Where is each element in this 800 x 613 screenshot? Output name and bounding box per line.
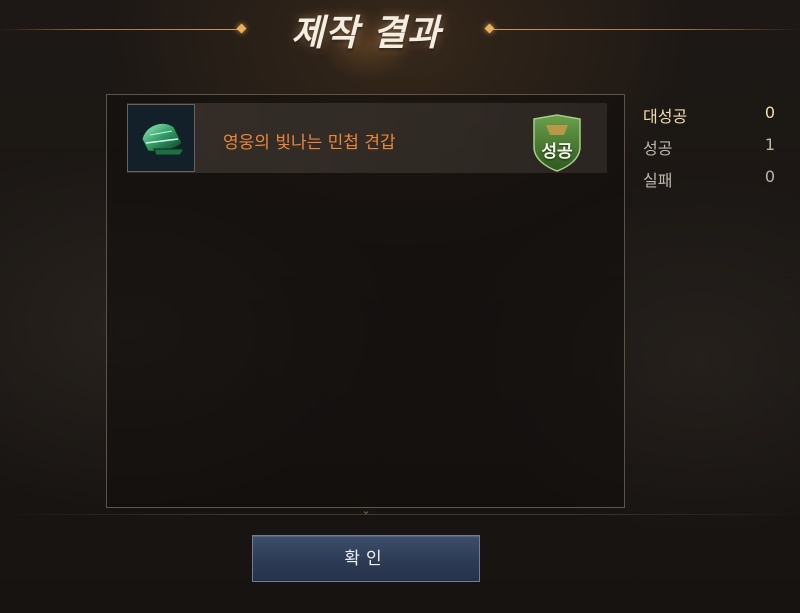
title-divider-right [492,29,800,30]
stat-value: 1 [764,135,775,154]
stat-value: 0 [764,167,775,186]
stat-great-success: 대성공 0 [643,100,775,132]
success-badge: 성공 [530,113,584,173]
title-ornament-left-icon [236,23,247,34]
result-list-panel: 영웅의 빛나는 민첩 견갑 성공 [106,94,625,508]
stat-failure: 실패 0 [643,164,775,196]
confirm-button[interactable]: 확인 [252,535,480,582]
stat-success: 성공 1 [643,132,775,164]
item-slot[interactable] [127,104,195,172]
item-name: 영웅의 빛나는 민첩 견갑 [223,133,396,153]
stat-label: 성공 [643,139,673,158]
result-stats: 대성공 0 성공 1 실패 0 [643,100,775,196]
page-title: 제작 결과 [290,13,441,54]
result-row[interactable]: 영웅의 빛나는 민첩 견갑 성공 [127,103,607,173]
bottom-divider [0,514,800,515]
status-label: 성공 [541,142,573,162]
stat-label: 실패 [643,171,673,190]
title-divider-left [0,29,240,30]
stat-value: 0 [764,103,775,122]
stat-label: 대성공 [643,107,688,126]
green-shoulder-armor-icon [141,123,185,156]
title-ornament-right-icon [484,23,495,34]
